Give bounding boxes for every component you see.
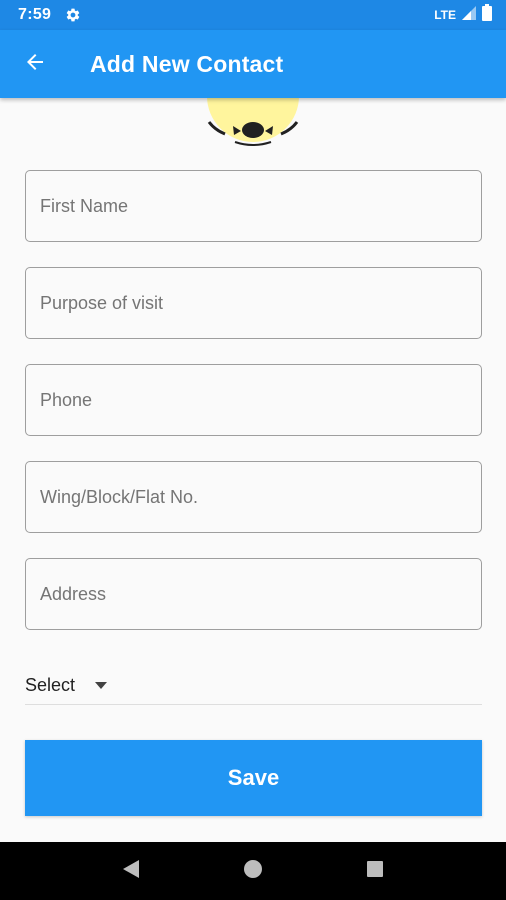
select-label: Select [25,674,76,695]
status-indicators: LTE [434,4,492,26]
caret-down-icon [95,681,108,689]
arrow-left-icon [23,50,47,79]
nav-home-button[interactable] [233,851,273,891]
avatar[interactable] [205,98,301,146]
gear-icon [65,7,81,23]
circle-home-icon [243,859,263,884]
back-button[interactable] [0,30,70,98]
network-type: LTE [434,8,456,22]
battery-icon [482,4,492,26]
category-select[interactable]: Select [25,666,482,705]
status-bar: 7:59 LTE [0,0,506,30]
nav-recents-button[interactable] [355,851,395,891]
square-recents-icon [366,860,384,883]
address-input[interactable] [25,558,482,630]
phone-input[interactable] [25,364,482,436]
save-button[interactable]: Save [25,740,482,816]
page-title: Add New Contact [90,50,284,77]
first-name-input[interactable] [25,170,482,242]
system-nav-bar [0,842,506,900]
nav-back-button[interactable] [111,851,151,891]
purpose-of-visit-input[interactable] [25,267,482,339]
app-bar: Add New Contact [0,30,506,98]
flat-number-input[interactable] [25,461,482,533]
signal-icon [462,5,476,25]
status-time: 7:59 [18,6,52,23]
triangle-back-icon [121,859,141,884]
